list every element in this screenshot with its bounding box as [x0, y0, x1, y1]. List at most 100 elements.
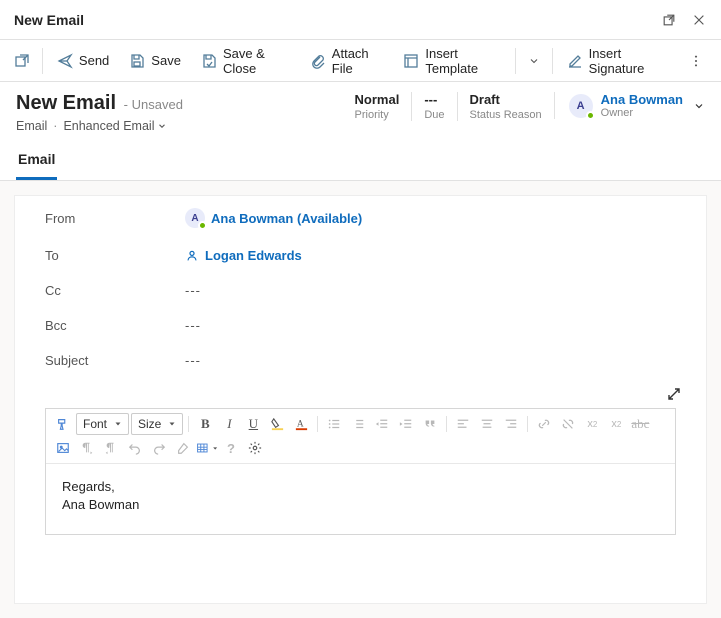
bullets-icon — [327, 417, 341, 431]
align-center-icon — [480, 417, 494, 431]
window-titlebar: New Email — [0, 0, 721, 40]
align-center-button[interactable] — [476, 413, 498, 435]
presence-available-icon — [198, 221, 207, 230]
numbers-icon — [351, 417, 365, 431]
close-icon[interactable] — [691, 12, 707, 28]
body-line: Ana Bowman — [62, 496, 659, 514]
cc-value: --- — [185, 283, 676, 298]
from-avatar: A — [185, 208, 205, 228]
underline-button[interactable]: U — [242, 413, 264, 435]
field-bcc[interactable]: Bcc --- — [15, 308, 706, 343]
field-from[interactable]: From A Ana Bowman (Available) — [15, 198, 706, 238]
number-list-button[interactable] — [347, 413, 369, 435]
bcc-label: Bcc — [45, 318, 185, 333]
form-card: From A Ana Bowman (Available) To Logan E… — [14, 195, 707, 604]
highlight-color-button[interactable] — [266, 413, 288, 435]
caret-down-icon — [114, 420, 122, 428]
open-record-button[interactable] — [6, 47, 38, 75]
indent-button[interactable] — [395, 413, 417, 435]
blockquote-button[interactable] — [419, 413, 441, 435]
align-right-button[interactable] — [500, 413, 522, 435]
editor-settings-button[interactable] — [244, 437, 266, 459]
insert-template-button[interactable]: Insert Template — [393, 40, 511, 82]
attach-file-button[interactable]: Attach File — [300, 40, 394, 82]
outdent-icon — [375, 417, 389, 431]
save-close-icon — [201, 53, 217, 69]
save-state: - Unsaved — [124, 97, 183, 112]
field-to[interactable]: To Logan Edwards — [15, 238, 706, 273]
meta-value: Normal — [355, 92, 400, 107]
align-right-icon — [504, 417, 518, 431]
link-button[interactable] — [533, 413, 555, 435]
expand-editor-button[interactable] — [666, 386, 686, 406]
field-cc[interactable]: Cc --- — [15, 273, 706, 308]
undo-icon — [128, 441, 142, 455]
ltr-button[interactable] — [76, 437, 98, 459]
header-meta-priority[interactable]: Normal Priority — [343, 92, 412, 121]
save-close-label: Save & Close — [223, 46, 290, 76]
italic-button[interactable]: I — [218, 413, 240, 435]
bold-button[interactable]: B — [194, 413, 216, 435]
highlight-icon — [270, 417, 285, 432]
font-color-button[interactable]: A — [290, 413, 312, 435]
send-button[interactable]: Send — [47, 47, 119, 75]
attach-label: Attach File — [332, 46, 384, 76]
window-title: New Email — [14, 12, 84, 28]
insert-template-dropdown[interactable] — [520, 49, 548, 73]
table-icon — [196, 441, 209, 455]
quote-icon — [423, 417, 437, 431]
owner-control[interactable]: A Ana Bowman Owner — [554, 92, 705, 119]
save-close-button[interactable]: Save & Close — [191, 40, 300, 82]
contact-icon — [185, 249, 199, 263]
command-bar: Send Save Save & Close Attach File Inser… — [0, 40, 721, 82]
redo-icon — [152, 441, 166, 455]
font-size-select[interactable]: Size — [131, 413, 183, 435]
caret-down-icon — [168, 420, 176, 428]
from-label: From — [45, 211, 185, 226]
insert-signature-label: Insert Signature — [589, 46, 667, 76]
popout-icon[interactable] — [661, 12, 677, 28]
owner-name: Ana Bowman — [601, 92, 683, 107]
clear-format-button[interactable] — [172, 437, 194, 459]
header-meta-due[interactable]: --- Due — [411, 92, 456, 121]
accessibility-help-button[interactable]: ? — [220, 437, 242, 459]
outdent-button[interactable] — [371, 413, 393, 435]
subscript-button[interactable]: x2 — [605, 413, 627, 435]
format-painter-button[interactable] — [52, 413, 74, 435]
form-selector[interactable]: Enhanced Email — [63, 119, 167, 133]
save-button[interactable]: Save — [119, 47, 191, 75]
indent-icon — [399, 417, 413, 431]
strikethrough-button[interactable]: abc — [629, 413, 651, 435]
superscript-button[interactable]: x2 — [581, 413, 603, 435]
paint-icon — [56, 417, 70, 431]
rtl-button[interactable] — [100, 437, 122, 459]
redo-button[interactable] — [148, 437, 170, 459]
form-tabs: Email — [0, 137, 721, 181]
expand-icon — [666, 386, 682, 402]
window-controls — [661, 12, 707, 28]
image-icon — [56, 441, 70, 455]
insert-signature-button[interactable]: Insert Signature — [557, 40, 677, 82]
svg-text:A: A — [297, 419, 304, 429]
breadcrumb-separator: · — [53, 119, 57, 133]
align-left-button[interactable] — [452, 413, 474, 435]
header-meta-status[interactable]: Draft Status Reason — [457, 92, 554, 121]
field-subject[interactable]: Subject --- — [15, 343, 706, 378]
bullet-list-button[interactable] — [323, 413, 345, 435]
unlink-button[interactable] — [557, 413, 579, 435]
font-color-icon: A — [294, 417, 309, 432]
signature-icon — [567, 53, 583, 69]
chevron-down-icon — [693, 100, 705, 112]
record-header: New Email - Unsaved Email · Enhanced Ema… — [0, 82, 721, 137]
insert-image-button[interactable] — [52, 437, 74, 459]
tab-email[interactable]: Email — [16, 145, 57, 180]
overflow-menu-button[interactable] — [677, 48, 715, 74]
undo-button[interactable] — [124, 437, 146, 459]
paperclip-icon — [310, 53, 326, 69]
template-icon — [403, 53, 419, 69]
unlink-icon — [561, 417, 575, 431]
owner-avatar: A — [569, 94, 593, 118]
insert-table-button[interactable] — [196, 437, 218, 459]
editor-body[interactable]: Regards, Ana Bowman — [46, 464, 675, 534]
font-family-select[interactable]: Font — [76, 413, 129, 435]
